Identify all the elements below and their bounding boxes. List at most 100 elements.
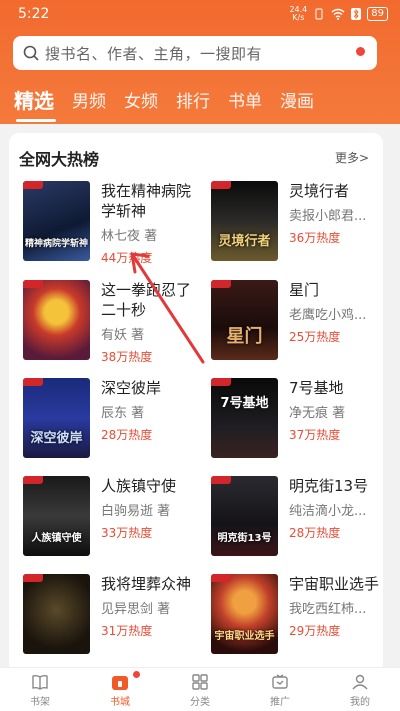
- book-item[interactable]: 这一拳跑忍了二十秒 有妖 著 38万热度: [23, 280, 203, 366]
- search-input[interactable]: 搜书名、作者、主角，一搜即有: [13, 36, 377, 70]
- book-title[interactable]: 星门: [289, 280, 383, 300]
- tab-comics[interactable]: 漫画: [280, 87, 314, 120]
- book-heat: 33万热度: [101, 526, 153, 540]
- cover-title: 灵境行者: [218, 234, 271, 249]
- more-link[interactable]: 更多>: [335, 149, 369, 166]
- nav-profile[interactable]: 我的: [330, 671, 390, 708]
- nav-label: 我的: [350, 697, 370, 708]
- cover-badge: [211, 476, 231, 484]
- book-title[interactable]: 深空彼岸: [101, 378, 201, 398]
- nav-label: 推广: [270, 697, 290, 708]
- book-item[interactable]: 7号基地 7号基地 净无痕 著 37万热度: [211, 378, 383, 464]
- tab-ranking[interactable]: 排行: [176, 87, 210, 120]
- cover-badge: [23, 378, 43, 386]
- bottom-navigation: 书架 书城 分类 推广 我的: [0, 667, 400, 711]
- book-item[interactable]: 星门 星门 老鹰吃小鸡... 25万热度: [211, 280, 383, 366]
- cover-badge: [211, 378, 231, 386]
- book-item[interactable]: 人族镇守使 人族镇守使 白驹易逝 著 33万热度: [23, 476, 203, 562]
- book-heat: 37万热度: [289, 428, 341, 442]
- vibrate-icon: [315, 8, 323, 20]
- book-author: 我吃西红柿...: [289, 602, 367, 617]
- tab-female[interactable]: 女频: [124, 87, 158, 120]
- book-cover[interactable]: 星门: [211, 280, 278, 360]
- cover-title: 深空彼岸: [30, 431, 83, 446]
- cover-title: 人族镇守使: [31, 533, 82, 544]
- cover-badge: [211, 574, 231, 582]
- book-item[interactable]: 明克街13号 明克街13号 纯洁滴小龙... 28万热度: [211, 476, 383, 562]
- cover-title: 宇宙职业选手: [214, 631, 275, 642]
- book-author: 林七夜 著: [101, 229, 158, 244]
- book-heat: 31万热度: [101, 624, 153, 638]
- tab-booklist[interactable]: 书单: [228, 87, 262, 120]
- book-title[interactable]: 灵境行者: [289, 181, 383, 201]
- book-heat: 38万热度: [101, 350, 153, 364]
- book-cover[interactable]: 明克街13号: [211, 476, 278, 556]
- wifi-icon: [331, 8, 345, 20]
- book-title[interactable]: 这一拳跑忍了二十秒: [101, 280, 201, 320]
- book-title[interactable]: 我在精神病院学斩神: [101, 181, 201, 221]
- book-author: 净无痕 著: [289, 406, 346, 421]
- search-placeholder: 搜书名、作者、主角，一搜即有: [45, 44, 263, 63]
- nav-promote[interactable]: 推广: [250, 671, 310, 708]
- search-icon: [23, 45, 39, 61]
- top-header: 5:22 24.4 K/s 89 搜书名、作者、主角，一搜即有 精选 男频 女频…: [0, 0, 400, 124]
- cover-badge: [23, 574, 43, 582]
- cover-badge: [211, 280, 231, 288]
- battery-indicator: 89: [367, 7, 388, 21]
- book-item[interactable]: 我将埋葬众神 见异思剑 著 31万热度: [23, 574, 203, 660]
- cover-title: 7号基地: [220, 396, 269, 411]
- cover-badge: [23, 181, 43, 189]
- status-bar: 5:22 24.4 K/s 89: [0, 0, 400, 28]
- notification-dot: [356, 47, 365, 56]
- cover-badge: [211, 181, 231, 189]
- promote-icon: [269, 671, 291, 693]
- book-cover[interactable]: 宇宙职业选手: [211, 574, 278, 654]
- book-cover[interactable]: 深空彼岸: [23, 378, 90, 458]
- store-icon: [109, 671, 131, 693]
- nav-label: 书城: [110, 697, 130, 708]
- book-title[interactable]: 宇宙职业选手: [289, 574, 383, 594]
- nav-label: 书架: [30, 697, 50, 708]
- book-heat: 25万热度: [289, 330, 341, 344]
- book-title[interactable]: 明克街13号: [289, 476, 383, 496]
- nav-bookshelf[interactable]: 书架: [10, 671, 70, 708]
- status-icons: 24.4 K/s 89: [289, 6, 388, 22]
- nav-category[interactable]: 分类: [170, 671, 230, 708]
- network-speed: 24.4 K/s: [289, 5, 308, 22]
- book-author: 见异思剑 著: [101, 602, 171, 617]
- book-title[interactable]: 人族镇守使: [101, 476, 201, 496]
- cover-badge: [23, 280, 43, 288]
- book-heat: 44万热度: [101, 251, 153, 265]
- book-cover[interactable]: 人族镇守使: [23, 476, 90, 556]
- bluetooth-icon: [351, 8, 362, 20]
- book-author: 白驹易逝 著: [101, 504, 171, 519]
- book-cover[interactable]: [23, 574, 90, 654]
- book-author: 纯洁滴小龙...: [289, 504, 367, 519]
- book-item[interactable]: 深空彼岸 深空彼岸 辰东 著 28万热度: [23, 378, 203, 464]
- bookshelf-icon: [29, 671, 51, 693]
- cover-title: 明克街13号: [217, 533, 272, 544]
- section-title: 全网大热榜: [19, 150, 100, 169]
- profile-icon: [349, 671, 371, 693]
- book-author: 卖报小郎君...: [289, 209, 367, 224]
- book-title[interactable]: 7号基地: [289, 378, 383, 398]
- book-author: 有妖 著: [101, 328, 145, 343]
- nav-store[interactable]: 书城: [90, 671, 150, 708]
- book-item[interactable]: 精神病院学斩神 我在精神病院学斩神 林七夜 著 44万热度: [23, 181, 203, 267]
- book-item[interactable]: 灵境行者 灵境行者 卖报小郎君... 36万热度: [211, 181, 383, 267]
- book-cover[interactable]: 精神病院学斩神: [23, 181, 90, 261]
- book-heat: 29万热度: [289, 624, 341, 638]
- book-title[interactable]: 我将埋葬众神: [101, 574, 201, 594]
- tab-male[interactable]: 男频: [72, 87, 106, 120]
- tab-selected[interactable]: 精选: [14, 85, 56, 122]
- book-heat: 36万热度: [289, 231, 341, 245]
- book-cover[interactable]: [23, 280, 90, 360]
- book-item[interactable]: 宇宙职业选手 宇宙职业选手 我吃西红柿... 29万热度: [211, 574, 383, 660]
- cover-title: 星门: [226, 326, 263, 347]
- book-cover[interactable]: 灵境行者: [211, 181, 278, 261]
- category-icon: [189, 671, 211, 693]
- status-time: 5:22: [18, 6, 50, 22]
- hot-ranking-card: 全网大热榜 更多> 精神病院学斩神 我在精神病院学斩神 林七夜 著 44万热度 …: [9, 133, 383, 673]
- book-author: 辰东 著: [101, 406, 145, 421]
- book-cover[interactable]: 7号基地: [211, 378, 278, 458]
